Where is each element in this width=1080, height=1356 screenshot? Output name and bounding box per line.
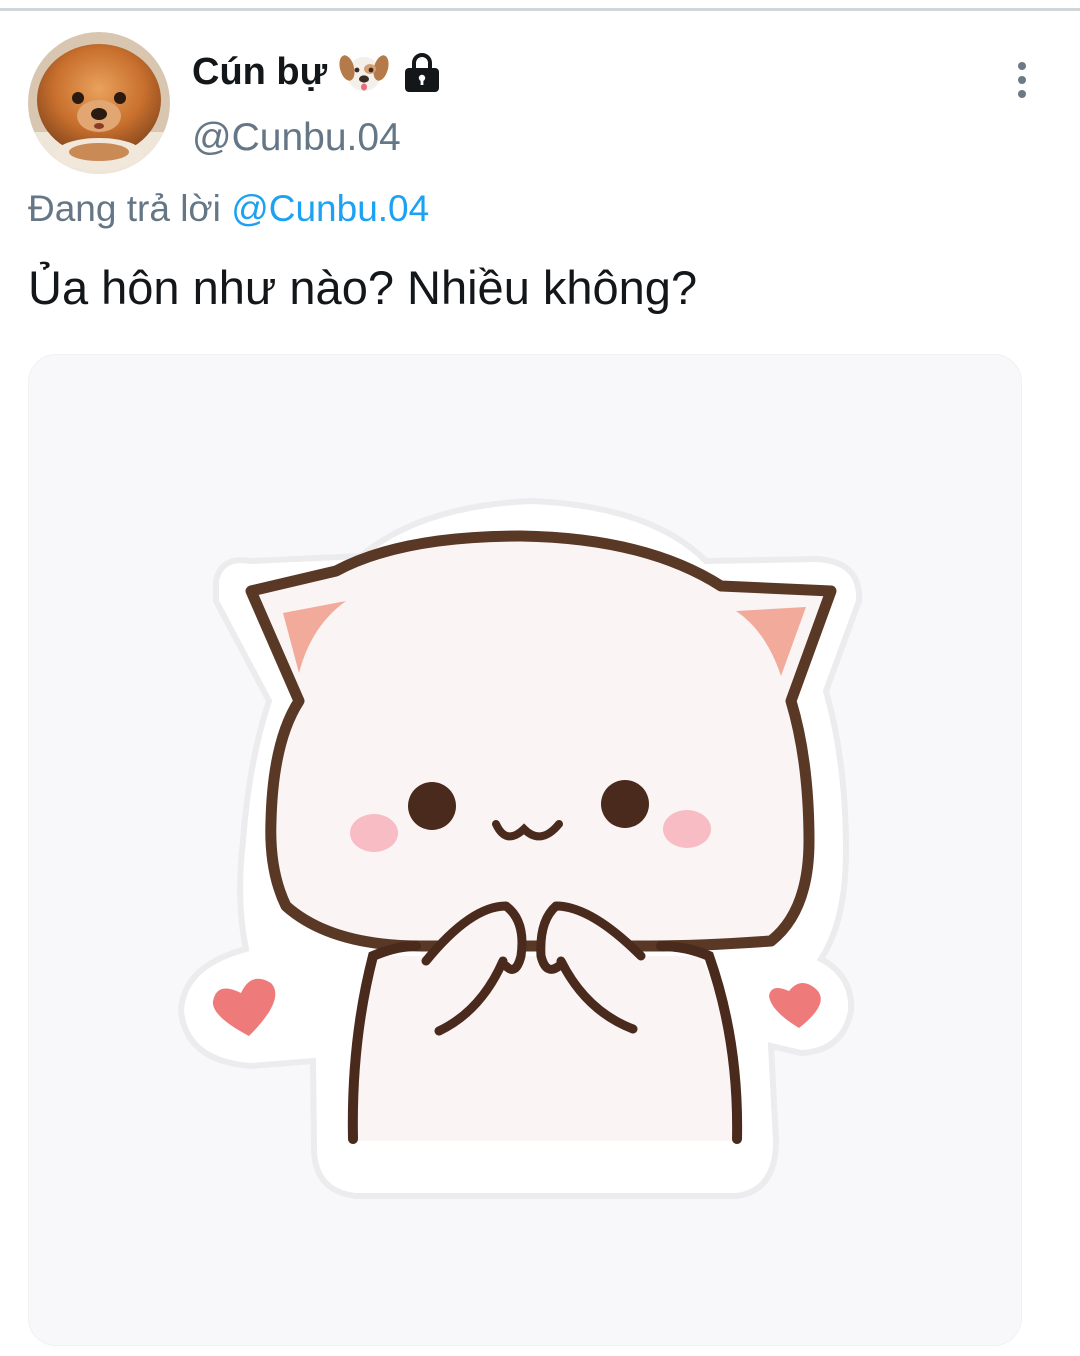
tweet-media[interactable] — [28, 354, 1022, 1346]
cat-sticker-image — [177, 497, 863, 1199]
avatar[interactable] — [28, 32, 170, 174]
reply-mention-link[interactable]: @Cunbu.04 — [231, 188, 429, 229]
pomeranian-avatar-image — [28, 32, 170, 174]
replying-to-line: Đang trả lời @Cunbu.04 — [28, 188, 429, 230]
reply-prefix: Đang trả lời — [28, 188, 221, 229]
top-divider — [0, 0, 1080, 12]
dog-face-emoji-icon — [339, 55, 389, 91]
tweet-text: Ủa hôn như nào? Nhiều không? — [28, 261, 698, 314]
display-name-row[interactable]: Cún bự — [192, 50, 443, 94]
more-options-button[interactable] — [1000, 56, 1044, 104]
more-dot-icon — [1018, 90, 1026, 98]
display-name: Cún bự — [192, 50, 328, 93]
lock-icon — [405, 53, 440, 92]
more-dot-icon — [1018, 76, 1026, 84]
user-handle: @Cunbu.04 — [192, 116, 401, 159]
more-dot-icon — [1018, 62, 1026, 70]
